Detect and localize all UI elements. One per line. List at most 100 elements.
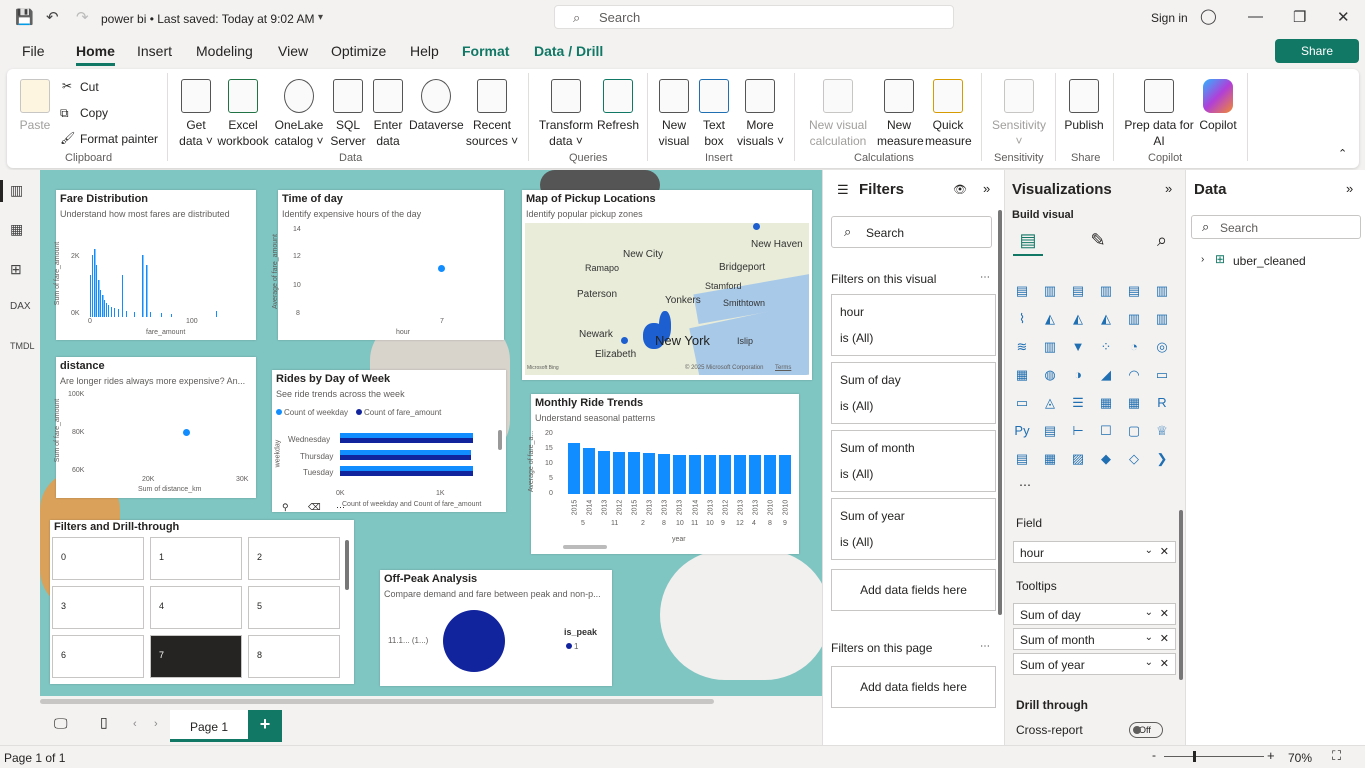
map-icon[interactable]: ◍ bbox=[1041, 366, 1059, 384]
matrix-icon[interactable]: ▦ bbox=[1125, 394, 1143, 412]
format-painter-button[interactable]: Format painter bbox=[80, 132, 158, 146]
bar[interactable] bbox=[628, 452, 641, 494]
remove-icon[interactable]: ✕ bbox=[1160, 545, 1169, 558]
kpi-icon[interactable]: ◬ bbox=[1041, 394, 1059, 412]
fit-page-icon[interactable]: ⛶ bbox=[1332, 748, 1341, 764]
table-icon[interactable]: ▦ bbox=[1097, 394, 1115, 412]
dataverse-button[interactable]: Dataverse bbox=[409, 79, 464, 133]
dax-query-view-icon[interactable]: DAX bbox=[10, 301, 31, 312]
power-apps-icon[interactable]: ▨ bbox=[1069, 450, 1087, 468]
table-name[interactable]: uber_cleaned bbox=[1233, 254, 1306, 268]
map-area[interactable]: New City New Haven Bridgeport Ramapo Sta… bbox=[525, 223, 809, 375]
legend-item[interactable]: Count of weekday bbox=[284, 408, 348, 417]
save-icon[interactable]: 💾 bbox=[15, 8, 34, 26]
donut-icon[interactable]: ◎ bbox=[1153, 338, 1171, 356]
bar[interactable] bbox=[748, 455, 761, 494]
tab-view[interactable]: View bbox=[278, 43, 308, 59]
visual-off-peak[interactable]: Off-Peak Analysis Compare demand and far… bbox=[380, 570, 612, 686]
tab-format[interactable]: Format bbox=[462, 43, 509, 59]
canvas-scrollbar[interactable] bbox=[40, 699, 714, 704]
quick-measure-button[interactable]: Quick measure bbox=[925, 79, 972, 149]
filter-card-month[interactable]: Sum of month is (All) bbox=[831, 430, 996, 492]
zoom-slider-thumb[interactable] bbox=[1193, 751, 1196, 762]
key-influencers-icon[interactable]: ▤ bbox=[1041, 422, 1059, 440]
scrollbar[interactable] bbox=[345, 540, 349, 590]
azure-map-icon[interactable]: ◢ bbox=[1097, 366, 1115, 384]
visual-rides-by-day[interactable]: Rides by Day of Week See ride trends acr… bbox=[272, 370, 506, 512]
bar[interactable] bbox=[340, 471, 473, 476]
add-page-button[interactable]: + bbox=[248, 710, 282, 742]
tab-help[interactable]: Help bbox=[410, 43, 439, 59]
filter-card-day[interactable]: Sum of day is (All) bbox=[831, 362, 996, 424]
prev-page-icon[interactable]: ‹ bbox=[133, 718, 137, 730]
stacked-column-icon[interactable]: ▥ bbox=[1041, 282, 1059, 300]
collapse-ribbon-icon[interactable]: ⌃ bbox=[1338, 147, 1347, 160]
legend-item[interactable]: 1 bbox=[574, 642, 578, 651]
undo-icon[interactable]: ↶ bbox=[46, 8, 59, 26]
tab-optimize[interactable]: Optimize bbox=[331, 43, 386, 59]
chevron-down-icon[interactable]: ▾ bbox=[318, 12, 323, 23]
filter-card-year[interactable]: Sum of year is (All) bbox=[831, 498, 996, 560]
visual-time-of-day[interactable]: Time of day Identify expensive hours of … bbox=[272, 190, 504, 340]
more-options-icon[interactable]: ⋯ bbox=[980, 641, 990, 652]
treemap-icon[interactable]: ▦ bbox=[1013, 366, 1031, 384]
diamond-icon[interactable]: ◇ bbox=[1125, 450, 1143, 468]
pickup-point[interactable] bbox=[621, 337, 628, 344]
clustered-bar-icon[interactable]: ▤ bbox=[1069, 282, 1087, 300]
pie-icon[interactable]: ◔ bbox=[1125, 338, 1143, 356]
sensitivity-button[interactable]: Sensitivity ˅ bbox=[987, 79, 1051, 149]
multi-card-icon[interactable]: ▭ bbox=[1013, 394, 1031, 412]
bar[interactable] bbox=[340, 438, 473, 443]
collapse-icon[interactable]: » bbox=[1165, 181, 1172, 196]
scrollbar[interactable] bbox=[563, 545, 607, 549]
bar[interactable] bbox=[778, 455, 791, 494]
map-terms-link[interactable]: Terms bbox=[775, 365, 791, 371]
model-view-icon[interactable]: ⊞ bbox=[10, 261, 22, 278]
redo-icon[interactable]: ↷ bbox=[76, 8, 89, 26]
scatter-point[interactable] bbox=[438, 265, 445, 272]
publish-button[interactable]: Publish bbox=[1061, 79, 1107, 133]
line-column-icon[interactable]: ▥ bbox=[1125, 310, 1143, 328]
slicer-tile-8[interactable]: 8 bbox=[248, 635, 340, 678]
bar[interactable] bbox=[673, 455, 686, 494]
bar[interactable] bbox=[703, 455, 716, 494]
filter-search-input[interactable]: ⌕ Search bbox=[831, 216, 992, 248]
chevron-down-icon[interactable]: ⌄ bbox=[1145, 607, 1153, 618]
100-area-icon[interactable]: ◭ bbox=[1097, 310, 1115, 328]
bar[interactable] bbox=[763, 455, 776, 494]
bar[interactable] bbox=[658, 453, 671, 494]
sign-in-link[interactable]: Sign in bbox=[1151, 11, 1188, 25]
trophy-icon[interactable]: ♕ bbox=[1153, 422, 1171, 440]
bar[interactable] bbox=[568, 443, 581, 494]
more-visuals-icon[interactable]: ⋯ bbox=[1019, 478, 1031, 492]
tmdl-view-icon[interactable]: TMDL bbox=[10, 341, 35, 351]
new-visual-calculation-button[interactable]: New visual calculation bbox=[801, 79, 875, 149]
prep-data-ai-button[interactable]: Prep data for AI bbox=[1121, 79, 1197, 149]
format-visual-tab-icon[interactable]: ✎ bbox=[1083, 230, 1113, 256]
scatter-point[interactable] bbox=[183, 429, 190, 436]
visual-drill-slicer[interactable]: Filters and Drill-through 0 1 2 3 4 5 6 7 8 bbox=[50, 520, 354, 684]
bar[interactable] bbox=[340, 455, 471, 460]
r-visual-icon[interactable]: R bbox=[1153, 394, 1171, 412]
visual-monthly-trends[interactable]: Monthly Ride Trends Understand seasonal … bbox=[528, 394, 799, 554]
chevron-icon[interactable]: ❯ bbox=[1153, 450, 1171, 468]
visual-map-pickup[interactable]: Map of Pickup Locations Identify popular… bbox=[522, 190, 812, 380]
collapse-icon[interactable]: » bbox=[983, 181, 990, 196]
visual-fare-distribution[interactable]: Fare Distribution Understand how most fa… bbox=[54, 190, 256, 340]
visual-distance[interactable]: distance Are longer rides always more ex… bbox=[54, 357, 256, 498]
bar[interactable] bbox=[718, 455, 731, 494]
eraser-icon[interactable]: ⌫ bbox=[308, 502, 321, 513]
tab-file[interactable]: File bbox=[22, 43, 45, 59]
filter-icon[interactable]: ⚲ bbox=[282, 502, 289, 513]
line-clustered-icon[interactable]: ▥ bbox=[1153, 310, 1171, 328]
filled-map-icon[interactable]: ◑ bbox=[1069, 366, 1087, 384]
field-well-hour[interactable]: hour ⌄ ✕ bbox=[1013, 541, 1176, 563]
bar[interactable] bbox=[583, 447, 596, 494]
onelake-button[interactable]: OneLake catalog ˅ bbox=[273, 79, 325, 149]
tab-data-drill[interactable]: Data / Drill bbox=[534, 43, 603, 59]
eye-icon[interactable]: 👁 bbox=[953, 183, 967, 196]
report-canvas[interactable]: Fare Distribution Understand how most fa… bbox=[40, 170, 822, 696]
slicer-tile-1[interactable]: 1 bbox=[150, 537, 242, 580]
line-icon[interactable]: ⌇ bbox=[1013, 310, 1031, 328]
zoom-out-icon[interactable]: - bbox=[1152, 748, 1156, 762]
